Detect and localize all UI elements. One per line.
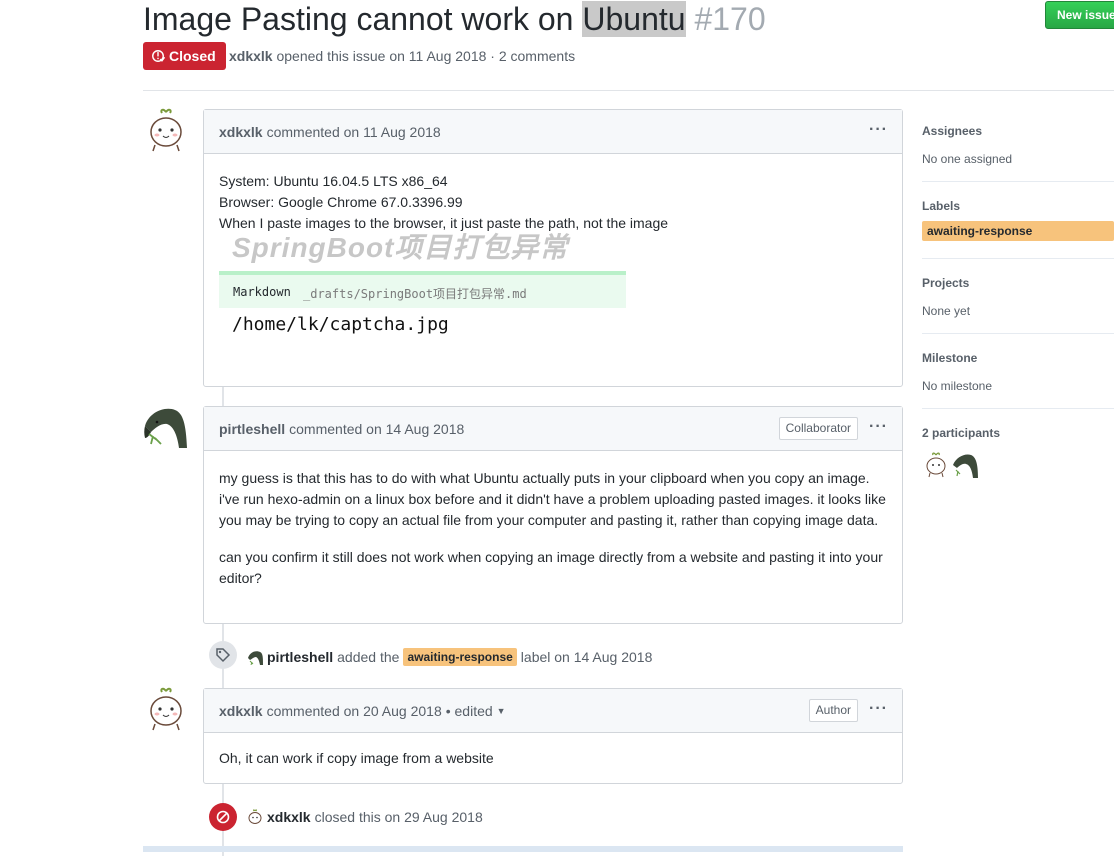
issue-closed-icon: [152, 50, 165, 62]
bottom-divider: [143, 846, 903, 852]
issue-title-highlight: Ubuntu: [582, 1, 686, 37]
sidebar-title: 2 participants: [922, 426, 1001, 440]
comment-header: xdkxlk commented on 11 Aug 2018 ···: [204, 110, 902, 154]
event-text: label on 14 Aug 2018: [520, 649, 653, 665]
kebab-horizontal-icon[interactable]: ···: [869, 122, 888, 138]
sidebar-divider: [922, 333, 1114, 334]
kebab-horizontal-icon[interactable]: ···: [869, 701, 888, 717]
comment-line: Browser: Google Chrome 67.0.3396.99: [219, 194, 463, 210]
sidebar-divider: [922, 258, 1114, 259]
event-text: added the: [337, 649, 400, 665]
sidebar-title[interactable]: Assignees: [922, 124, 1114, 138]
sidebar-participants: 2 participants: [922, 426, 1114, 440]
participant-avatar-xdkxlk[interactable]: [924, 452, 948, 478]
sidebar-value: No one assigned: [922, 152, 1013, 166]
sidebar-milestone[interactable]: Milestone No milestone: [922, 351, 1114, 393]
participant-avatar-pirtleshell[interactable]: [952, 452, 978, 478]
label-awaiting-response[interactable]: awaiting-response: [922, 221, 1114, 241]
sidebar-value: None yet: [922, 304, 971, 318]
issue-title: Image Pasting cannot work on Ubuntu #170: [143, 0, 766, 38]
sidebar-divider: [922, 181, 1114, 182]
avatar-pirtleshell[interactable]: [143, 404, 187, 448]
issue-meta: xdkxlk opened this issue on 11 Aug 2018 …: [229, 48, 575, 64]
new-issue-button[interactable]: New issue: [1045, 1, 1114, 29]
sidebar-divider: [922, 408, 1114, 409]
pasted-watermark-text: SpringBoot项目打包异常: [232, 232, 569, 263]
comment-author-link[interactable]: xdkxlk: [219, 124, 263, 140]
sidebar-labels[interactable]: Labels awaiting-response: [922, 199, 1114, 241]
label-awaiting-response[interactable]: awaiting-response: [403, 648, 517, 666]
comment-body: my guess is that this has to do with wha…: [204, 451, 902, 620]
event-text: closed this on 29 Aug 2018: [314, 809, 483, 825]
comment-author-link[interactable]: xdkxlk: [219, 703, 263, 719]
sidebar-title[interactable]: Milestone: [922, 351, 1114, 365]
avatar-xdkxlk-small[interactable]: [247, 809, 263, 825]
kebab-horizontal-icon[interactable]: ···: [869, 419, 888, 435]
author-badge: Author: [808, 699, 858, 722]
pasted-file-path: /home/lk/captcha.jpg: [232, 314, 449, 335]
issue-title-text: Image Pasting cannot work on: [143, 1, 583, 37]
comment-paragraph: Oh, it can work if copy image from a web…: [219, 750, 494, 766]
event-actor-link[interactable]: xdkxlk: [267, 809, 311, 825]
collaborator-badge: Collaborator: [778, 417, 858, 440]
sidebar-projects[interactable]: Projects None yet: [922, 276, 1114, 318]
comment-paragraph: my guess is that this has to do with wha…: [219, 470, 886, 528]
comment-timestamp[interactable]: commented on 14 Aug 2018: [289, 421, 464, 437]
comment-header: xdkxlk commented on 20 Aug 2018 • edited…: [204, 689, 902, 733]
comment-timestamp[interactable]: commented on 11 Aug 2018: [267, 124, 441, 140]
status-badge: Closed: [143, 42, 226, 70]
edited-dropdown[interactable]: • edited: [446, 703, 493, 719]
markdown-file-path: _drafts/SpringBoot项目打包异常.md: [303, 287, 527, 301]
avatar-xdkxlk[interactable]: [144, 108, 188, 152]
sidebar-title[interactable]: Projects: [922, 276, 1114, 290]
comment-author-link[interactable]: pirtleshell: [219, 421, 285, 437]
comment-header: pirtleshell commented on 14 Aug 2018 Col…: [204, 407, 902, 451]
issue-author-link[interactable]: xdkxlk: [229, 48, 273, 64]
sidebar-assignees[interactable]: Assignees No one assigned: [922, 124, 1114, 166]
comment-timestamp[interactable]: commented on 20 Aug 2018: [267, 703, 442, 719]
avatar-xdkxlk[interactable]: [144, 687, 188, 731]
comment-paragraph: can you confirm it still does not work w…: [219, 549, 883, 586]
label-event: pirtleshell added the awaiting-response …: [247, 648, 652, 666]
comment-body: Oh, it can work if copy image from a web…: [204, 733, 902, 800]
issue-meta-text: opened this issue on 11 Aug 2018 · 2 com…: [276, 48, 576, 64]
avatar-pirtleshell-small[interactable]: [247, 649, 263, 665]
status-label: Closed: [169, 48, 216, 64]
issue-number: #170: [694, 1, 766, 37]
markdown-label: Markdown: [233, 285, 291, 299]
comment-line: System: Ubuntu 16.04.5 LTS x86_64: [219, 173, 448, 189]
header-divider: [143, 90, 1114, 91]
tag-icon: [209, 641, 237, 669]
comment-box: pirtleshell commented on 14 Aug 2018 Col…: [203, 406, 903, 624]
event-actor-link[interactable]: pirtleshell: [267, 649, 333, 665]
circle-slash-icon: [209, 803, 237, 831]
triangle-down-icon[interactable]: ▼: [497, 706, 506, 716]
sidebar-title[interactable]: Labels: [922, 199, 1114, 213]
close-event: xdkxlk closed this on 29 Aug 2018: [247, 809, 483, 825]
comment-box: xdkxlk commented on 20 Aug 2018 • edited…: [203, 688, 903, 784]
sidebar-value: No milestone: [922, 379, 993, 393]
